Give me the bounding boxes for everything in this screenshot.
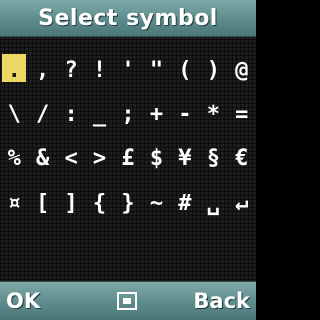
symbol-cell[interactable]: ,	[28, 48, 56, 92]
symbol-cell[interactable]: *	[199, 92, 227, 136]
symbol-cell[interactable]: !	[85, 48, 113, 92]
symbol-cell[interactable]: }	[114, 181, 142, 225]
symbol-cell[interactable]: :	[57, 92, 85, 136]
symbol-cell[interactable]: #	[171, 181, 199, 225]
back-softkey[interactable]: Back	[193, 282, 250, 320]
symbol-cell-empty	[228, 226, 256, 270]
symbol-cell-empty	[142, 226, 170, 270]
symbol-cell[interactable]: =	[228, 92, 256, 136]
symbol-cell[interactable]: ↵	[228, 181, 256, 225]
symbol-cell-empty	[199, 226, 227, 270]
symbol-cell[interactable]: ;	[114, 92, 142, 136]
symbol-cell[interactable]: [	[28, 181, 56, 225]
symbol-cell[interactable]: ¤	[0, 181, 28, 225]
symbol-cell[interactable]: -	[171, 92, 199, 136]
symbol-cell[interactable]: \	[0, 92, 28, 136]
symbol-cell[interactable]: $	[142, 137, 170, 181]
symbol-cell[interactable]: %	[0, 137, 28, 181]
symbol-cell[interactable]: ]	[57, 181, 85, 225]
symbol-cell[interactable]: .	[0, 48, 28, 92]
symbol-cell[interactable]: (	[171, 48, 199, 92]
symbol-cell[interactable]: >	[85, 137, 113, 181]
symbol-cell[interactable]: _	[85, 92, 113, 136]
symbol-cell-empty	[171, 226, 199, 270]
symbol-cell[interactable]: {	[85, 181, 113, 225]
title-bar: Select symbol	[0, 0, 256, 37]
symbol-cell-empty	[85, 226, 113, 270]
square-select-icon[interactable]	[117, 292, 137, 310]
symbol-cell[interactable]: "	[142, 48, 170, 92]
symbol-cell[interactable]: &	[28, 137, 56, 181]
ok-softkey[interactable]: OK	[6, 282, 40, 320]
symbol-cell[interactable]: )	[199, 48, 227, 92]
symbol-cell[interactable]: ?	[57, 48, 85, 92]
symbol-cell[interactable]: +	[142, 92, 170, 136]
symbol-cell[interactable]: §	[199, 137, 227, 181]
symbol-cell[interactable]: '	[114, 48, 142, 92]
symbol-picker-screen: Select symbol . , ? ! ' " ( ) @ \ / : _ …	[0, 0, 256, 320]
symbol-cell-empty	[57, 226, 85, 270]
symbol-cell[interactable]: /	[28, 92, 56, 136]
symbol-cell[interactable]: £	[114, 137, 142, 181]
page-title: Select symbol	[38, 5, 218, 31]
symbol-grid: . , ? ! ' " ( ) @ \ / : _ ; + - * = % & …	[0, 48, 256, 270]
symbol-cell-empty	[114, 226, 142, 270]
symbol-cell-empty	[0, 226, 28, 270]
symbol-cell[interactable]: ~	[142, 181, 170, 225]
symbol-cell[interactable]: <	[57, 137, 85, 181]
symbol-cell[interactable]: ¥	[171, 137, 199, 181]
symbol-cell-empty	[28, 226, 56, 270]
symbol-cell[interactable]: €	[228, 137, 256, 181]
softkey-bar: OK Back	[0, 281, 256, 320]
symbol-cell[interactable]: ␣	[199, 181, 227, 225]
symbol-cell[interactable]: @	[228, 48, 256, 92]
